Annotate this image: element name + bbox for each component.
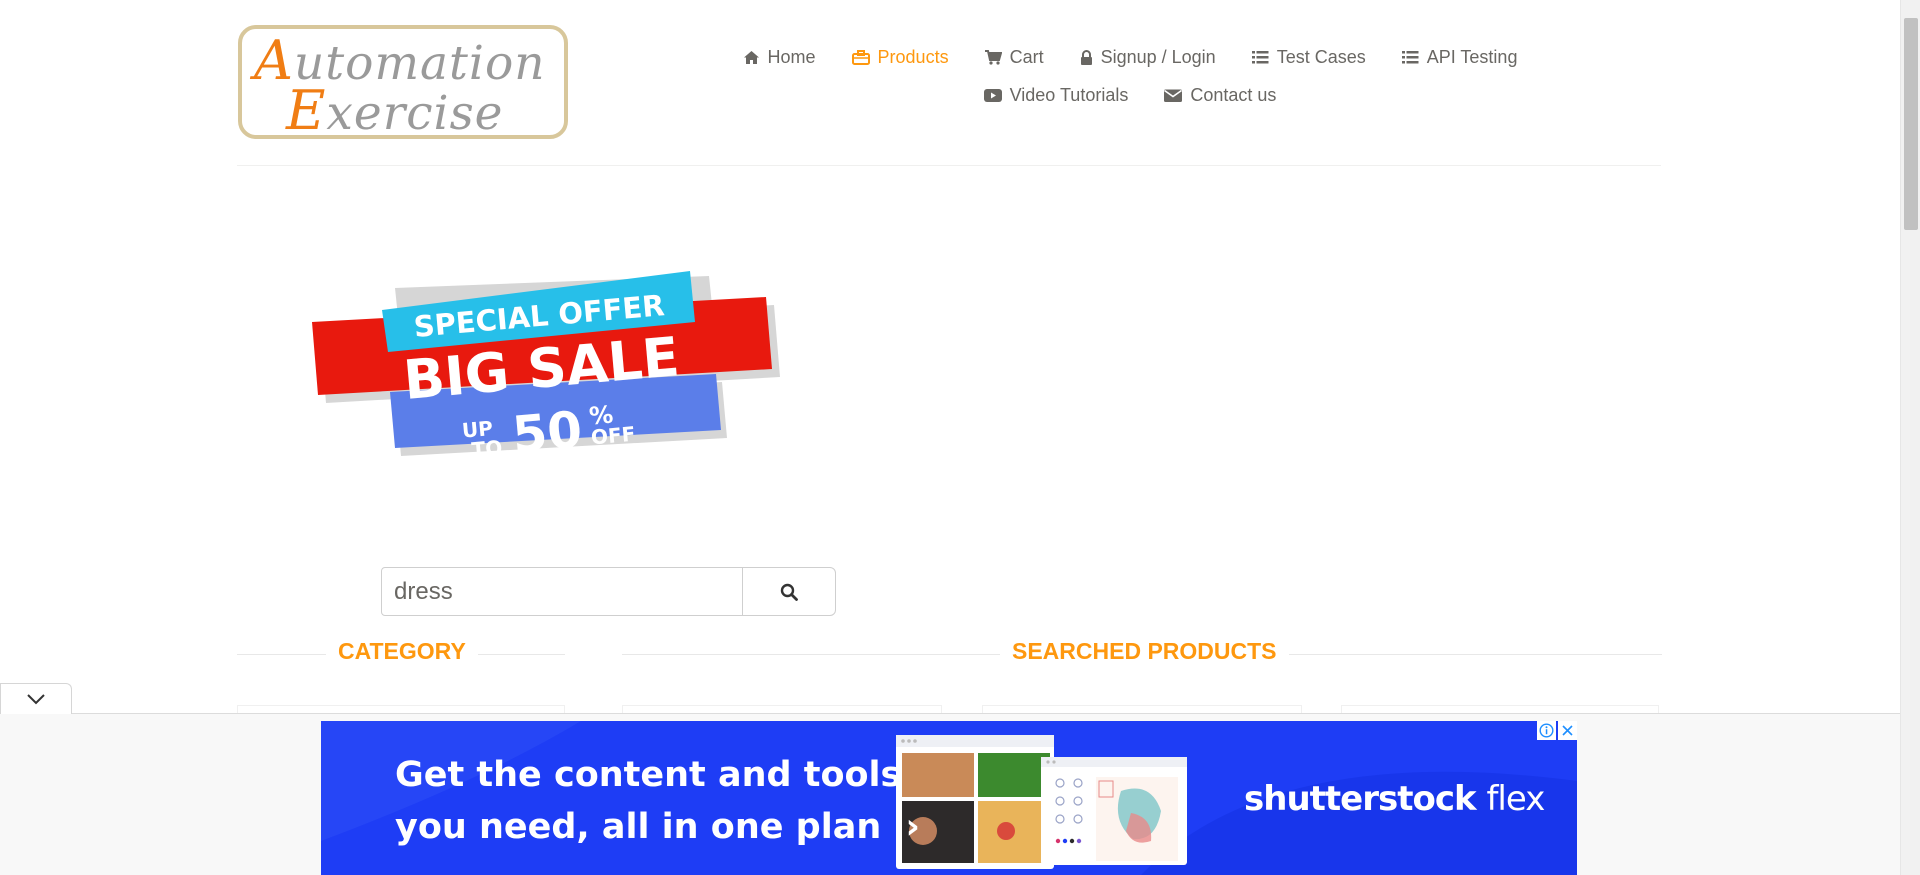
ad-headline-line2: you need, all in one plan	[395, 807, 882, 847]
site-logo[interactable]: Automation Exercise	[238, 25, 568, 142]
nav-item-test-cases[interactable]: Test Cases	[1251, 46, 1366, 68]
nav-item-label: Cart	[1009, 46, 1044, 67]
ad-arrow-icon: ›	[905, 807, 920, 847]
ad-brand-shutterstock: shutterstock	[1244, 779, 1477, 819]
search-icon	[780, 583, 798, 601]
products-title-line-left	[622, 654, 1002, 655]
home-icon	[743, 50, 759, 64]
main-nav: Home Products Cart Signup / Login Test C…	[700, 38, 1560, 114]
searched-products-heading: SEARCHED PRODUCTS	[1000, 638, 1289, 665]
promo-text-50: 50	[510, 400, 584, 464]
nav-item-label: Video Tutorials	[1009, 84, 1129, 105]
ad-headline-line1: Get the content and tools	[395, 755, 902, 795]
scrollbar-thumb[interactable]	[1904, 18, 1918, 230]
search-product-input[interactable]	[381, 567, 750, 616]
header-divider	[237, 165, 1661, 166]
promo-text-to: TO	[471, 435, 504, 462]
ad-close-button[interactable]	[1558, 721, 1577, 740]
lock-icon	[1080, 49, 1092, 65]
nav-item-contact-us[interactable]: Contact us	[1164, 85, 1276, 106]
category-title-line-left	[237, 654, 327, 655]
youtube-icon	[983, 88, 1002, 102]
nav-item-video-tutorials[interactable]: Video Tutorials	[983, 84, 1129, 106]
nav-item-label: Test Cases	[1276, 46, 1366, 67]
nav-item-label: Contact us	[1190, 84, 1277, 105]
category-title-line-right	[475, 654, 565, 655]
chevron-down-icon	[27, 693, 45, 704]
ad-collapse-toggle[interactable]	[0, 683, 72, 714]
info-icon	[1539, 723, 1554, 738]
list-icon	[1251, 50, 1269, 63]
ad-info-button[interactable]	[1537, 721, 1556, 740]
envelope-icon	[1164, 89, 1183, 102]
nav-item-home[interactable]: Home	[743, 47, 816, 68]
nav-row-2: Video Tutorials Contact us	[700, 76, 1560, 114]
logo-text-exercise: xercise	[326, 86, 504, 141]
nav-item-label: Home	[767, 46, 816, 67]
logo-cap-e: E	[286, 79, 327, 142]
list-icon	[1401, 50, 1419, 63]
nav-item-label: Signup / Login	[1100, 46, 1216, 67]
page-scrollbar[interactable]	[1900, 0, 1920, 875]
products-title-line-right	[1278, 654, 1662, 655]
ad-controls	[1535, 721, 1577, 740]
shutterstock-ad-banner[interactable]: Get the content and tools you need, all …	[321, 721, 1577, 875]
category-heading: CATEGORY	[326, 638, 478, 665]
nav-item-label: API Testing	[1426, 46, 1518, 67]
sale-banner-image: SPECIAL OFFER BIG SALE UP TO 50 % OFF	[312, 271, 780, 464]
nav-item-cart[interactable]: Cart	[984, 46, 1044, 68]
nav-item-signup-login[interactable]: Signup / Login	[1080, 47, 1216, 68]
nav-row-1: Home Products Cart Signup / Login Test C…	[700, 38, 1560, 76]
search-button[interactable]	[742, 567, 836, 616]
promo-text-off: OFF	[590, 422, 636, 450]
cart-icon	[984, 49, 1002, 65]
briefcase-icon	[851, 49, 870, 65]
ad-brand-flex: flex	[1486, 779, 1545, 819]
nav-item-api-testing[interactable]: API Testing	[1401, 46, 1518, 68]
ad-headline: Get the content and tools you need, all …	[395, 749, 920, 853]
close-icon	[1562, 725, 1573, 736]
nav-item-products[interactable]: Products	[851, 46, 949, 68]
nav-item-label: Products	[877, 46, 949, 67]
ad-brand-logo: shutterstock flex	[1244, 779, 1545, 819]
